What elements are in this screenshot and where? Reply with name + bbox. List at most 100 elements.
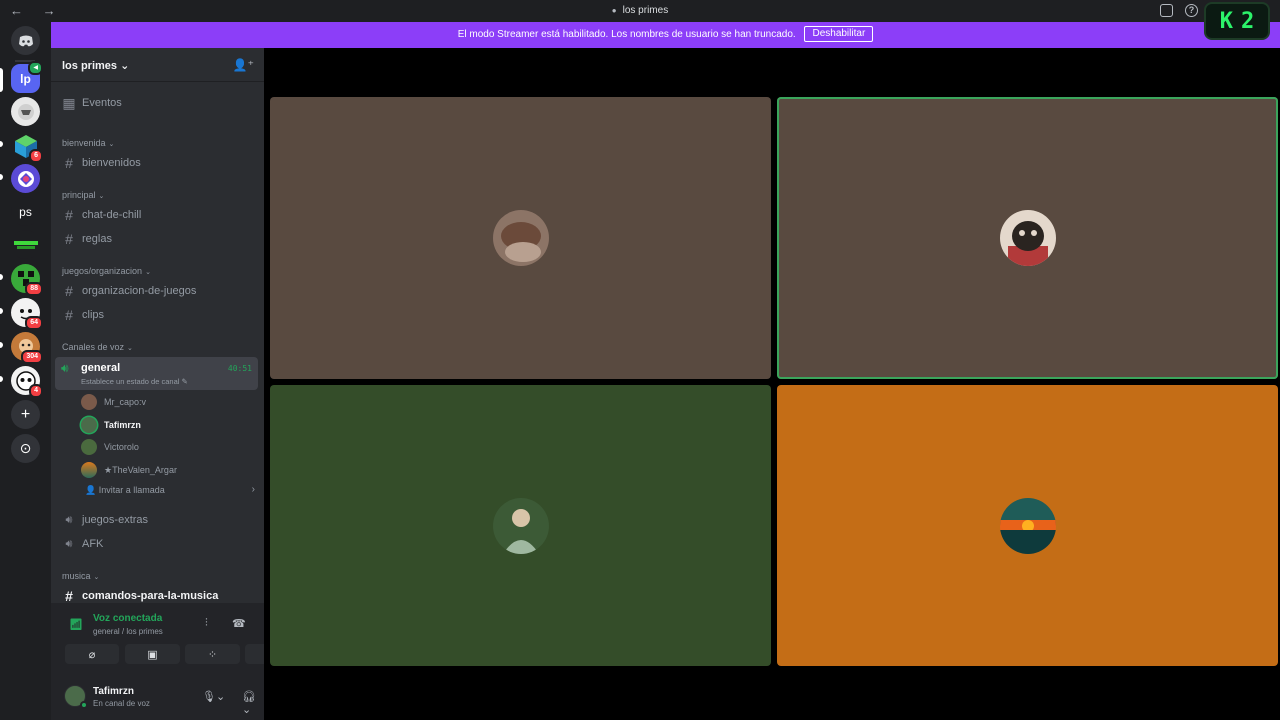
participant-avatar <box>999 497 1056 554</box>
channel-label: reglas <box>82 233 112 245</box>
microphone-icon[interactable]: 🎙︎⌄ <box>202 690 225 703</box>
chevron-down-icon: ⌄ <box>120 60 130 72</box>
mention-badge: 6 <box>29 149 43 163</box>
category-musica[interactable]: musica ⌄ <box>62 571 99 581</box>
voice-connected-title[interactable]: Voz conectada <box>93 613 162 624</box>
discover-icon[interactable]: ⊙ <box>11 434 40 463</box>
server-icon[interactable] <box>11 164 40 193</box>
add-server-glyph: + <box>20 405 31 423</box>
mention-badge: 64 <box>25 316 43 330</box>
server-icon[interactable] <box>11 230 40 259</box>
voice-connected-subtitle[interactable]: general / los primes <box>93 627 163 636</box>
server-ps[interactable]: ps <box>11 197 40 226</box>
avatar <box>81 417 97 433</box>
member-name: Victorolo <box>104 442 139 452</box>
server-icon[interactable]: 88 <box>11 264 43 296</box>
channel-label: clips <box>82 309 105 321</box>
category-label: musica <box>62 571 91 581</box>
screen-share-icon: ▣ <box>147 648 158 661</box>
discover-glyph: ⊙ <box>19 440 32 456</box>
hash-icon: # <box>65 155 73 171</box>
channel-label: organizacion-de-juegos <box>82 285 197 297</box>
mention-badge: 304 <box>21 350 43 364</box>
channel-label: juegos-extras <box>82 514 149 526</box>
user-name[interactable]: Tafimrzn <box>93 686 134 697</box>
events-item[interactable]: ▦ Eventos <box>59 92 257 114</box>
category-principal[interactable]: principal ⌄ <box>62 190 104 200</box>
events-label: Eventos <box>82 97 122 109</box>
channel-bienvenidos[interactable]: # bienvenidos <box>59 152 257 174</box>
participant-avatar <box>492 497 549 554</box>
add-server-icon[interactable]: + <box>11 400 40 429</box>
category-label: juegos/organizacion <box>62 266 143 276</box>
add-member-icon[interactable]: 👤⁺ <box>233 58 254 72</box>
channel-chat-de-chill[interactable]: # chat-de-chill <box>59 204 257 226</box>
channel-clips[interactable]: # clips <box>59 304 257 326</box>
participant-tile[interactable] <box>270 385 771 666</box>
channel-label: comandos-para-la-musica <box>82 590 219 602</box>
activities-button[interactable]: ⁘ <box>185 644 240 664</box>
inbox-icon[interactable] <box>1160 4 1173 17</box>
status-text: Establece un estado de canal <box>81 377 180 386</box>
streamer-overlay-badge: K 2 <box>1204 2 1270 40</box>
mention-badge: 4 <box>29 384 43 398</box>
voice-member[interactable]: Tafimrzn <box>81 416 141 434</box>
noise-suppression-icon[interactable]: ⫶ <box>205 617 208 630</box>
discord-home-icon[interactable] <box>11 26 40 55</box>
server-icon[interactable]: 6 <box>11 131 43 163</box>
channel-status-prompt[interactable]: Establece un estado de canal ✎ <box>81 377 188 386</box>
k-icon: K <box>1219 8 1233 34</box>
user-status: En canal de voz <box>93 699 150 708</box>
help-icon[interactable]: ? <box>1185 4 1198 17</box>
camera-off-button[interactable]: ⌀ <box>65 644 119 664</box>
disconnect-icon[interactable]: ☎ <box>232 617 246 630</box>
member-name: ★TheValen_Argar <box>104 464 177 475</box>
server-icon[interactable] <box>11 97 40 126</box>
invite-to-call[interactable]: 👤 Invitar a llamada › <box>85 484 255 496</box>
voice-channel-afk[interactable]: 🔊︎ AFK <box>59 533 257 555</box>
active-server-pip <box>0 68 3 92</box>
server-icon[interactable]: 304 <box>11 332 43 364</box>
channel-label: bienvenidos <box>82 157 141 169</box>
hash-icon: # <box>65 588 73 604</box>
category-voz[interactable]: Canales de voz ⌄ <box>62 342 133 352</box>
overlay-count: 2 <box>1241 8 1255 34</box>
signal-icon[interactable]: 📶︎ <box>69 618 83 631</box>
server-header[interactable]: los primes ⌄ 👤⁺ <box>51 48 264 82</box>
participant-tile-speaking[interactable] <box>777 97 1278 379</box>
category-juegos[interactable]: juegos/organizacion ⌄ <box>62 266 151 276</box>
server-name: los primes ⌄ <box>62 59 129 72</box>
streamer-mode-banner: El modo Streamer está habilitado. Los no… <box>51 22 1280 48</box>
channel-organizacion[interactable]: # organizacion-de-juegos <box>59 280 257 302</box>
title-bar: ← → ● los primes ? <box>0 0 1280 22</box>
avatar <box>81 394 97 410</box>
participant-tile[interactable] <box>270 97 771 379</box>
voice-member[interactable]: Mr_capo:v <box>81 393 146 411</box>
server-name-text: los primes <box>62 60 118 72</box>
chevron-down-icon: ⌄ <box>98 193 105 200</box>
headphones-icon[interactable]: 🎧︎⌄ <box>242 690 264 716</box>
hash-icon: # <box>65 307 73 323</box>
disable-streamer-button[interactable]: Deshabilitar <box>804 26 874 43</box>
channel-label: general <box>81 362 121 374</box>
unread-pip <box>0 141 3 147</box>
screen-share-button[interactable]: ▣ <box>125 644 180 664</box>
window-title: ● los primes <box>0 5 1280 16</box>
server-icon[interactable]: 64 <box>11 298 43 330</box>
mention-badge: 88 <box>25 282 43 296</box>
banner-text: El modo Streamer está habilitado. Los no… <box>457 29 796 40</box>
server-label: ps <box>19 204 32 219</box>
unread-pip <box>0 174 3 180</box>
server-los-primes[interactable]: lp ◀ <box>11 61 43 93</box>
voice-member[interactable]: ★TheValen_Argar <box>81 461 177 479</box>
server-icon[interactable]: 4 <box>11 366 43 398</box>
voice-channel-juegos-extras[interactable]: 🔊︎ juegos-extras <box>59 509 257 531</box>
voice-channel-general[interactable]: 🔊︎ general 40:51 Establece un estado de … <box>55 357 258 390</box>
category-bienvenida[interactable]: bienvenida ⌄ <box>62 138 114 148</box>
voice-speaker-icon: ◀ <box>28 61 43 75</box>
speaker-icon: 🔊︎ <box>65 513 73 526</box>
channel-reglas[interactable]: # reglas <box>59 228 257 250</box>
voice-member[interactable]: Victorolo <box>81 438 139 456</box>
participant-tile[interactable] <box>777 385 1278 666</box>
member-name: Mr_capo:v <box>104 397 147 407</box>
